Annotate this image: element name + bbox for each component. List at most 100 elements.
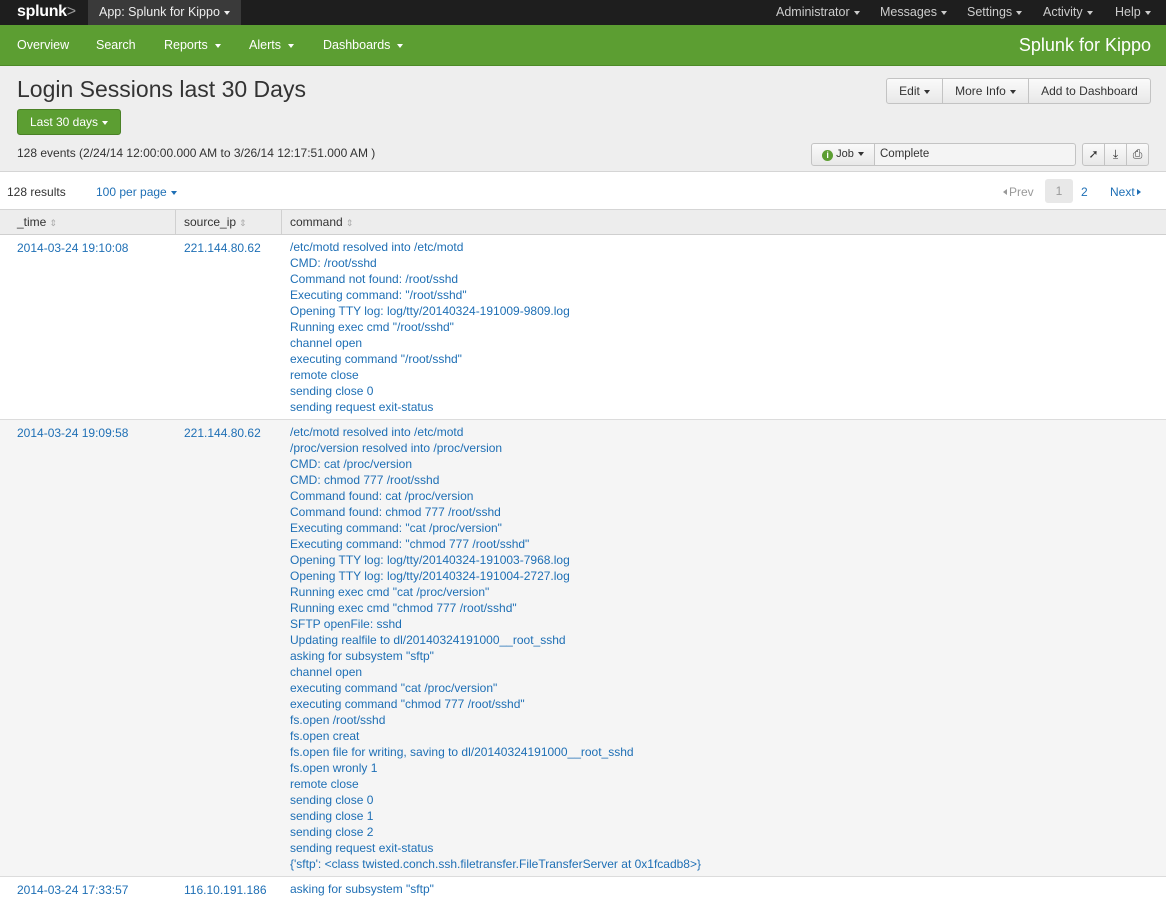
- command-line[interactable]: sending request exit-status: [290, 840, 701, 856]
- chevron-down-icon: [857, 152, 864, 157]
- row-source-ip[interactable]: 221.144.80.62: [184, 240, 261, 256]
- edit-button[interactable]: Edit: [886, 78, 943, 104]
- command-line[interactable]: channel open: [290, 664, 701, 680]
- app-menu[interactable]: App: Splunk for Kippo: [88, 0, 241, 25]
- command-line[interactable]: asking for subsystem "sftp": [290, 881, 434, 897]
- command-line[interactable]: SFTP openFile: sshd: [290, 616, 701, 632]
- chevron-down-icon: [287, 43, 294, 48]
- command-line[interactable]: executing command "cat /proc/version": [290, 680, 701, 696]
- chevron-down-icon: [1016, 10, 1023, 15]
- command-line[interactable]: Opening TTY log: log/tty/20140324-191003…: [290, 552, 701, 568]
- row-commands: /etc/motd resolved into /etc/motd CMD: /…: [290, 239, 570, 415]
- chevron-down-icon: [223, 10, 230, 15]
- appnav-search[interactable]: Search: [96, 25, 136, 66]
- command-line[interactable]: CMD: chmod 777 /root/sshd: [290, 472, 701, 488]
- table-header: _time ⇕ source_ip ⇕ command ⇕: [0, 209, 1166, 235]
- print-button[interactable]: ⎙: [1126, 143, 1149, 166]
- command-line[interactable]: remote close: [290, 367, 570, 383]
- sort-icon: ⇕: [239, 218, 247, 228]
- topnav-administrator[interactable]: Administrator: [776, 0, 860, 25]
- appnav-reports[interactable]: Reports: [164, 25, 221, 66]
- chevron-right-icon: [1136, 189, 1141, 195]
- topnav-messages[interactable]: Messages: [880, 0, 947, 25]
- job-menu-button[interactable]: i Job: [811, 143, 875, 166]
- chevron-left-icon: [1003, 189, 1007, 195]
- column-header-command[interactable]: command ⇕: [282, 210, 482, 234]
- command-line[interactable]: fs.open /root/sshd: [290, 712, 701, 728]
- column-header-source-ip[interactable]: source_ip ⇕: [176, 210, 282, 234]
- row-source-ip[interactable]: 221.144.80.62: [184, 425, 261, 441]
- pager-page-2[interactable]: 2: [1081, 185, 1088, 199]
- appnav-overview[interactable]: Overview: [17, 25, 69, 66]
- command-line[interactable]: Command found: chmod 777 /root/sshd: [290, 504, 701, 520]
- chevron-down-icon: [397, 43, 404, 48]
- export-button[interactable]: ⤓: [1104, 143, 1127, 166]
- command-line[interactable]: Opening TTY log: log/tty/20140324-191004…: [290, 568, 701, 584]
- table-row: 2014-03-24 17:33:57 116.10.191.186 askin…: [0, 877, 1166, 900]
- command-line[interactable]: sending close 0: [290, 792, 701, 808]
- time-range-picker[interactable]: Last 30 days: [17, 109, 121, 135]
- command-line[interactable]: sending close 2: [290, 824, 701, 840]
- command-line[interactable]: Executing command: "/root/sshd": [290, 287, 570, 303]
- command-line[interactable]: /etc/motd resolved into /etc/motd: [290, 239, 570, 255]
- command-line[interactable]: Running exec cmd "chmod 777 /root/sshd": [290, 600, 701, 616]
- command-line[interactable]: Executing command: "chmod 777 /root/sshd…: [290, 536, 701, 552]
- row-time[interactable]: 2014-03-24 19:09:58: [17, 425, 128, 441]
- info-icon: i: [822, 150, 834, 161]
- command-line[interactable]: CMD: /root/sshd: [290, 255, 570, 271]
- command-line[interactable]: Opening TTY log: log/tty/20140324-191009…: [290, 303, 570, 319]
- pager-next[interactable]: Next: [1110, 185, 1141, 199]
- command-line[interactable]: Updating realfile to dl/20140324191000__…: [290, 632, 701, 648]
- row-commands: asking for subsystem "sftp": [290, 881, 434, 897]
- command-line[interactable]: sending request exit-status: [290, 399, 570, 415]
- row-time[interactable]: 2014-03-24 17:33:57: [17, 882, 128, 898]
- command-line[interactable]: asking for subsystem "sftp": [290, 648, 701, 664]
- chevron-down-icon: [940, 10, 947, 15]
- chevron-down-icon: [1086, 10, 1093, 15]
- command-line[interactable]: remote close: [290, 776, 701, 792]
- command-line[interactable]: fs.open file for writing, saving to dl/2…: [290, 744, 701, 760]
- pager-page-1[interactable]: 1: [1045, 179, 1073, 203]
- command-line[interactable]: {'sftp': <class twisted.conch.ssh.filetr…: [290, 856, 701, 872]
- splunk-logo[interactable]: splunk>: [17, 3, 76, 21]
- sort-icon: ⇕: [345, 218, 354, 228]
- more-info-button[interactable]: More Info: [942, 78, 1029, 104]
- command-line[interactable]: Running exec cmd "/root/sshd": [290, 319, 570, 335]
- chevron-down-icon: [102, 120, 109, 125]
- table-row: 2014-03-24 19:09:58 221.144.80.62 /etc/m…: [0, 420, 1166, 877]
- topnav-settings[interactable]: Settings: [967, 0, 1023, 25]
- command-line[interactable]: channel open: [290, 335, 570, 351]
- command-line[interactable]: Command found: cat /proc/version: [290, 488, 701, 504]
- command-line[interactable]: sending close 0: [290, 383, 570, 399]
- row-source-ip[interactable]: 116.10.191.186: [184, 882, 267, 898]
- topnav-help[interactable]: Help: [1115, 0, 1151, 25]
- chevron-down-icon: [1144, 10, 1151, 15]
- command-line[interactable]: fs.open creat: [290, 728, 701, 744]
- topnav-activity[interactable]: Activity: [1043, 0, 1093, 25]
- command-line[interactable]: Executing command: "cat /proc/version": [290, 520, 701, 536]
- print-icon: ⎙: [1132, 147, 1143, 161]
- command-line[interactable]: executing command "/root/sshd": [290, 351, 570, 367]
- command-line[interactable]: executing command "chmod 777 /root/sshd": [290, 696, 701, 712]
- command-line[interactable]: Command not found: /root/sshd: [290, 271, 570, 287]
- appnav-alerts[interactable]: Alerts: [249, 25, 294, 66]
- appnav-dashboards[interactable]: Dashboards: [323, 25, 404, 66]
- app-bar: Overview Search Reports Alerts Dashboard…: [0, 25, 1166, 66]
- chevron-down-icon: [1009, 89, 1016, 94]
- command-line[interactable]: /proc/version resolved into /proc/versio…: [290, 440, 701, 456]
- download-icon: ⤓: [1112, 147, 1119, 161]
- share-button[interactable]: ➚: [1082, 143, 1105, 166]
- command-line[interactable]: CMD: cat /proc/version: [290, 456, 701, 472]
- command-line[interactable]: /etc/motd resolved into /etc/motd: [290, 424, 701, 440]
- add-to-dashboard-button[interactable]: Add to Dashboard: [1028, 78, 1151, 104]
- row-time[interactable]: 2014-03-24 19:10:08: [17, 240, 128, 256]
- column-header-time[interactable]: _time ⇕: [10, 210, 176, 234]
- sort-icon: ⇕: [49, 218, 57, 228]
- app-title: Splunk for Kippo: [1018, 35, 1151, 55]
- per-page-selector[interactable]: 100 per page: [96, 185, 177, 199]
- command-line[interactable]: Running exec cmd "cat /proc/version": [290, 584, 701, 600]
- command-line[interactable]: fs.open wronly 1: [290, 760, 701, 776]
- command-line[interactable]: sending close 1: [290, 808, 701, 824]
- pager-prev[interactable]: Prev: [1003, 185, 1034, 199]
- page-header: Login Sessions last 30 Days Last 30 days…: [0, 66, 1166, 172]
